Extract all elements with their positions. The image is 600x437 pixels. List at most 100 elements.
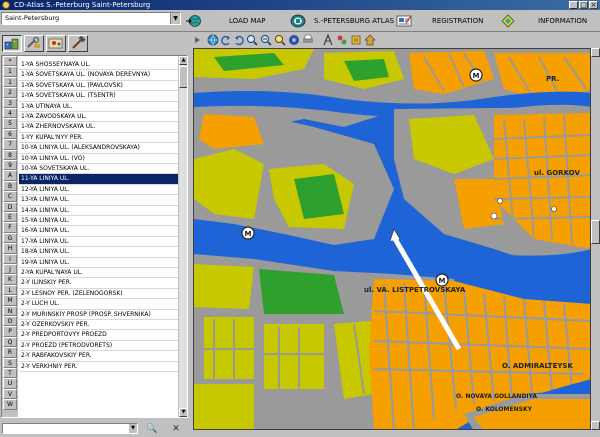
alphabet-index-letter[interactable]: F (3, 222, 17, 233)
street-item[interactable]: 2-Y VERKHNIY PER. (19, 362, 179, 372)
alphabet-index-letter[interactable]: 4 (3, 108, 17, 119)
information-button[interactable]: INFORMATION (500, 12, 600, 30)
alphabet-index-letter[interactable]: J (3, 264, 17, 275)
atlas-button[interactable]: S.-PETERSBURG ATLAS (290, 12, 394, 30)
alphabet-index-letter[interactable]: 3 (3, 97, 17, 108)
map-scrollbar[interactable] (591, 48, 600, 430)
arrow-right-icon[interactable] (192, 34, 204, 46)
map-scroll-thumb[interactable] (591, 220, 600, 244)
find-icon[interactable]: 🔍 (146, 423, 158, 435)
zoom-out-icon[interactable] (260, 34, 272, 46)
city-select[interactable]: Saint-Petersburg ▼ (1, 12, 181, 25)
map-scroll-down-button[interactable] (591, 421, 600, 430)
alphabet-index-letter[interactable]: K (3, 274, 17, 285)
alphabet-index-letter[interactable]: A (3, 170, 17, 181)
settings-tab-button[interactable] (68, 35, 88, 52)
street-item[interactable]: 1-YA UTINAYA UL. (19, 102, 179, 112)
alphabet-index-letter[interactable]: N (3, 305, 17, 316)
alphabet-index-letter[interactable]: M (3, 295, 17, 306)
street-search-input[interactable]: ▼ (2, 423, 138, 434)
objects-tab-button[interactable] (46, 35, 66, 52)
street-list[interactable]: * 1 1 2 3 4 5 6 7 8 9 A B C D E F G H I J K L M N O P Q R S T U V W 1-YA … (1, 55, 188, 418)
street-item[interactable]: 15-YA LINIYA UL. (19, 216, 179, 227)
alphabet-index-letter[interactable]: 5 (3, 118, 17, 129)
street-item[interactable]: 2-Y MURINSKIY PROSP (PROSP. SHVERNIKA) (19, 310, 179, 320)
scroll-up-button[interactable]: ▲ (179, 56, 187, 65)
alphabet-index-letter[interactable]: C (3, 191, 17, 202)
alphabet-index-letter[interactable]: * (3, 56, 17, 67)
alphabet-index-letter[interactable]: H (3, 243, 17, 254)
street-item[interactable]: 16-YA LINIYA UL. (19, 226, 179, 237)
clear-icon[interactable]: ✕ (170, 423, 182, 435)
street-item[interactable]: 12-YA LINIYA UL. (19, 185, 179, 196)
scroll-thumb[interactable] (179, 66, 187, 88)
street-item[interactable]: 2-Y ILINSKIY PER. (19, 278, 179, 289)
city-map[interactable]: M M M PR. ul. GORKOV ul. VA. LISTPETROVS… (194, 49, 591, 430)
chevron-down-icon[interactable]: ▼ (129, 424, 137, 433)
alphabet-index-letter[interactable]: R (3, 347, 17, 358)
alphabet-index-letter[interactable]: W (3, 399, 17, 410)
street-item[interactable]: 18-YA LINIYA UL. (19, 247, 179, 258)
alphabet-index-letter[interactable]: 9 (3, 160, 17, 171)
scroll-down-button[interactable]: ▼ (179, 408, 187, 417)
alphabet-index-letter[interactable]: S (3, 357, 17, 368)
street-item[interactable]: 2-YA KUPAL'NAYA UL. (19, 268, 179, 279)
streets-tab-button[interactable] (2, 35, 22, 52)
street-item[interactable]: 1-YA SOVETSKAYA UL. (PAVLOVSK) (19, 81, 179, 92)
street-item[interactable]: 13-YA LINIYA UL. (19, 195, 179, 206)
load-map-button[interactable]: LOAD MAP (186, 12, 266, 30)
alphabet-index-letter[interactable]: U (3, 378, 17, 389)
street-item[interactable]: 17-YA LINIYA UL. (19, 237, 179, 248)
street-item[interactable]: 2-Y LUCH UL. (19, 299, 179, 310)
close-button[interactable]: × (589, 1, 598, 9)
street-item[interactable]: 1-YA SOVETSKAYA UL. (TSENTR) (19, 91, 179, 102)
alphabet-index-letter[interactable]: B (3, 180, 17, 192)
map-scroll-up-button[interactable] (591, 48, 600, 57)
alphabet-index-letter[interactable]: I (3, 253, 17, 264)
registration-button[interactable]: REGISTRATION (396, 12, 486, 30)
street-item[interactable]: 1-YA SOVETSKAYA UL. (NOVAYA DEREVNYA) (19, 70, 179, 81)
alphabet-index-letter[interactable]: L (3, 284, 17, 296)
alphabet-index-letter[interactable]: 1 (3, 76, 17, 88)
minimize-button[interactable]: _ (569, 1, 578, 9)
rotate-right-icon[interactable] (233, 34, 245, 46)
alphabet-index-letter[interactable]: 8 (3, 149, 17, 160)
zoom-in-icon[interactable] (246, 34, 258, 46)
street-item[interactable]: 2-Y LESNOY PER. (ZELENOGORSK) (19, 289, 179, 300)
measure-icon[interactable] (322, 34, 334, 46)
tools-tab-button[interactable] (24, 35, 44, 52)
street-item[interactable]: 19-YA LINIYA UL. (19, 258, 179, 268)
alphabet-index-letter[interactable]: G (3, 232, 17, 244)
globe-icon[interactable] (207, 34, 219, 46)
street-item[interactable]: 1-YA ZHERNOVSKAYA UL. (19, 122, 179, 133)
chevron-down-icon[interactable]: ▼ (170, 13, 180, 24)
home-icon[interactable] (364, 34, 376, 46)
alphabet-index-letter[interactable]: V (3, 388, 17, 400)
alphabet-index-letter[interactable]: 1 (3, 66, 17, 77)
street-item[interactable]: 1-YA ZAVODSKAYA UL. (19, 112, 179, 123)
layers-icon[interactable] (288, 34, 300, 46)
alphabet-index-letter[interactable]: D (3, 201, 17, 212)
alphabet-index-letter[interactable]: O (3, 316, 17, 327)
street-item[interactable]: 10-YA LINIYA UL. (VO) (19, 154, 179, 164)
alphabet-index-letter[interactable]: P (3, 326, 17, 337)
street-item[interactable]: 2-Y RABFAKOVSKIY PER. (19, 351, 179, 362)
print-icon[interactable] (302, 34, 314, 46)
street-item[interactable]: 10-YA SOVETSKAYA UL. (19, 164, 179, 175)
street-item[interactable]: 10-YA LINIYA UL. (ALEKSANDROVSKAYA) (19, 143, 179, 154)
legend-icon[interactable] (350, 34, 362, 46)
street-item[interactable]: 14-YA LINIYA UL. (19, 206, 179, 216)
alphabet-index-letter[interactable]: 6 (3, 128, 17, 140)
map-view[interactable]: M M M PR. ul. GORKOV ul. VA. LISTPETROVS… (193, 48, 591, 430)
alphabet-index-letter[interactable]: 2 (3, 87, 17, 98)
street-list-scrollbar[interactable]: ▲ ▼ (178, 56, 187, 417)
maximize-button[interactable]: □ (579, 1, 588, 9)
rotate-left-icon[interactable] (220, 34, 232, 46)
street-item[interactable]: 2-Y PROEZD (PETRODVORETS) (19, 341, 179, 352)
alphabet-index-letter[interactable]: 7 (3, 139, 17, 150)
street-item[interactable]: 1-YY KUPAL'NYY PER. (19, 133, 179, 144)
street-item[interactable]: 2-Y PREDPORTOVYY PROEZD (19, 330, 179, 341)
zoom-fit-icon[interactable] (274, 34, 286, 46)
alphabet-index-letter[interactable]: T (3, 368, 17, 379)
alphabet-index-letter[interactable]: E (3, 212, 17, 223)
